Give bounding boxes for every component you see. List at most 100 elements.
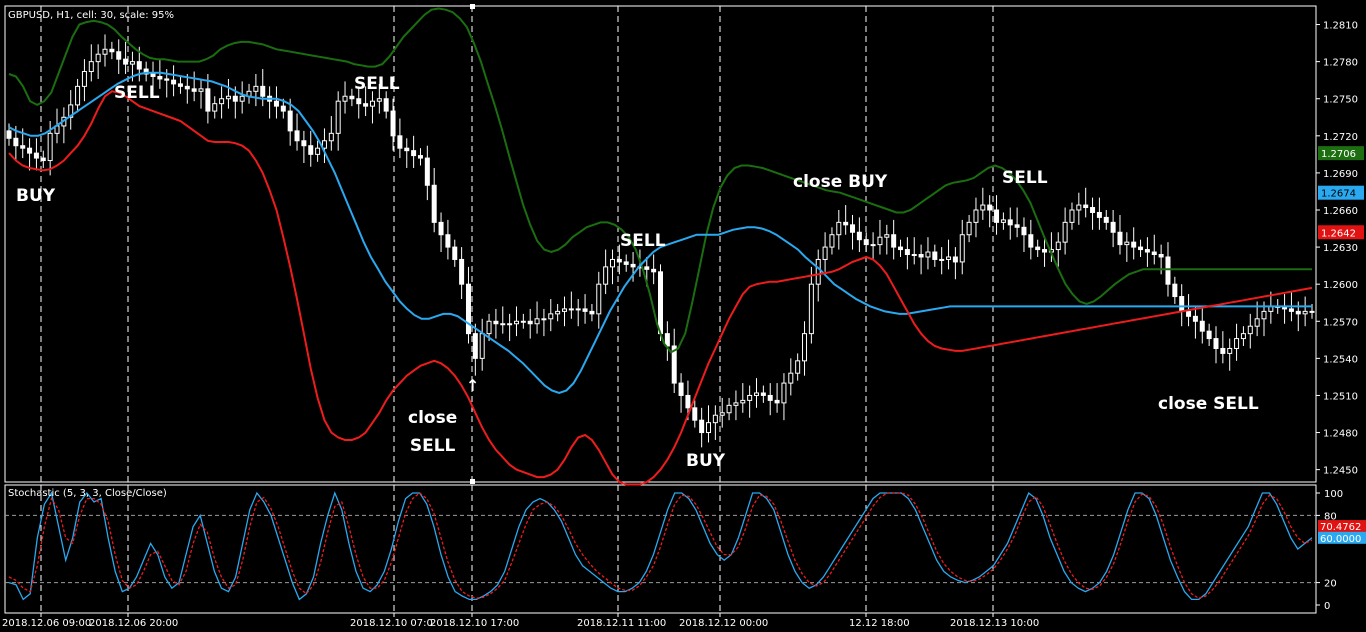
candle-body — [767, 394, 773, 401]
candle-body — [1192, 315, 1198, 322]
candle-body — [27, 147, 33, 154]
candle-body — [287, 110, 293, 132]
scroll-handle-top — [470, 4, 475, 9]
candle-body — [609, 258, 615, 268]
candle-body — [822, 246, 828, 260]
candle-body — [1124, 241, 1130, 246]
candle-body — [774, 399, 780, 404]
arrow-up-icon: ↑ — [466, 376, 480, 395]
annotation-sell-2: SELL — [354, 74, 400, 94]
candle-body — [863, 239, 869, 246]
candle-body — [239, 95, 245, 102]
candle-body — [109, 48, 115, 53]
candle-body — [363, 103, 369, 107]
time-axis-label: 2018.12.06 09:00 — [2, 618, 91, 629]
chart-canvas: 1.2810 1.2780 1.2750 1.2720 1.2690 1.2660 1.26… — [2, 4, 1366, 629]
candle-body — [802, 333, 808, 362]
price-tick-label: 1.2810 — [1323, 21, 1358, 32]
candle-body — [205, 88, 211, 112]
candle-body — [740, 399, 746, 404]
candle-body — [308, 145, 314, 155]
candle-body — [1014, 224, 1020, 228]
time-axis-label: 12.12 18:00 — [849, 618, 910, 629]
candle-body — [685, 394, 691, 409]
candle-body — [664, 333, 670, 347]
candle-body — [733, 402, 739, 406]
candle-body — [260, 85, 266, 97]
candle-body — [6, 130, 12, 139]
candle-body — [157, 75, 163, 80]
candle-body — [699, 419, 705, 434]
candle-body — [815, 258, 821, 285]
candle-body — [390, 110, 396, 137]
candle-body — [1302, 310, 1308, 315]
annotation-sell-4: SELL — [1002, 168, 1048, 188]
price-tick-label: 1.2690 — [1323, 169, 1358, 180]
candle-body — [555, 310, 561, 315]
price-tick-label: 1.2540 — [1323, 354, 1358, 365]
candle-body — [781, 382, 787, 404]
candle-body — [136, 61, 142, 70]
candle-body — [232, 95, 238, 102]
candle-body — [424, 157, 430, 186]
candle-body — [808, 283, 814, 335]
candle-body — [507, 323, 513, 326]
candle-body — [918, 254, 924, 258]
candle-body — [925, 251, 931, 258]
candle-body — [1096, 211, 1102, 218]
candle-body — [1179, 296, 1185, 312]
candle-body — [164, 78, 170, 81]
price-tick-label: 1.2660 — [1323, 206, 1358, 217]
candle-body — [315, 147, 321, 155]
candle-body — [829, 234, 835, 248]
candle-body — [932, 251, 938, 260]
candle-body — [630, 263, 636, 268]
candle-body — [253, 85, 259, 92]
candle-body — [294, 130, 300, 142]
candle-body — [959, 234, 965, 263]
annotation-buy-1: BUY — [16, 186, 56, 206]
price-badge-label: 1.2674 — [1321, 189, 1356, 200]
candle-body — [575, 308, 581, 311]
candle-body — [616, 258, 622, 263]
candle-body — [795, 360, 801, 374]
candle-body — [465, 283, 471, 335]
candle-body — [1131, 241, 1137, 248]
candle-body — [40, 157, 46, 162]
candle-body — [904, 249, 910, 256]
candle-body — [88, 61, 94, 73]
candle-body — [1138, 246, 1144, 251]
candle-body — [898, 246, 904, 251]
candle-body — [376, 98, 382, 102]
candle-body — [479, 333, 485, 359]
candle-body — [1295, 310, 1301, 315]
candle-body — [870, 244, 876, 247]
candle-body — [1172, 283, 1178, 298]
annotation-close-sell-1: close SELL — [408, 408, 458, 456]
candle-body — [301, 140, 307, 147]
candle-body — [980, 204, 986, 211]
scroll-handle-bottom — [470, 479, 475, 484]
candle-body — [548, 313, 554, 320]
candle-body — [212, 103, 218, 112]
candle-body — [1240, 333, 1246, 340]
time-axis-label: 2018.12.10 07:0 — [350, 618, 433, 629]
candle-body — [417, 155, 423, 159]
annotation-close-sell-2: close SELL — [1158, 394, 1259, 414]
candle-body — [369, 100, 375, 107]
price-tick-label: 1.2600 — [1323, 280, 1358, 291]
candle-body — [1028, 234, 1034, 248]
annotation-close-buy: close BUY — [793, 172, 888, 192]
price-tick-label: 1.2630 — [1323, 243, 1358, 254]
candle-body — [534, 318, 540, 325]
candle-body — [596, 283, 602, 315]
candle-body — [191, 88, 197, 92]
candle-body — [719, 412, 725, 416]
candle-body — [1186, 310, 1192, 317]
price-badge-label: 1.2706 — [1321, 149, 1356, 160]
candle-body — [1254, 318, 1260, 327]
candle-body — [472, 333, 478, 359]
candle-body — [788, 372, 794, 384]
stochastic-main-line — [8, 491, 1313, 601]
candle-body — [1110, 221, 1116, 233]
